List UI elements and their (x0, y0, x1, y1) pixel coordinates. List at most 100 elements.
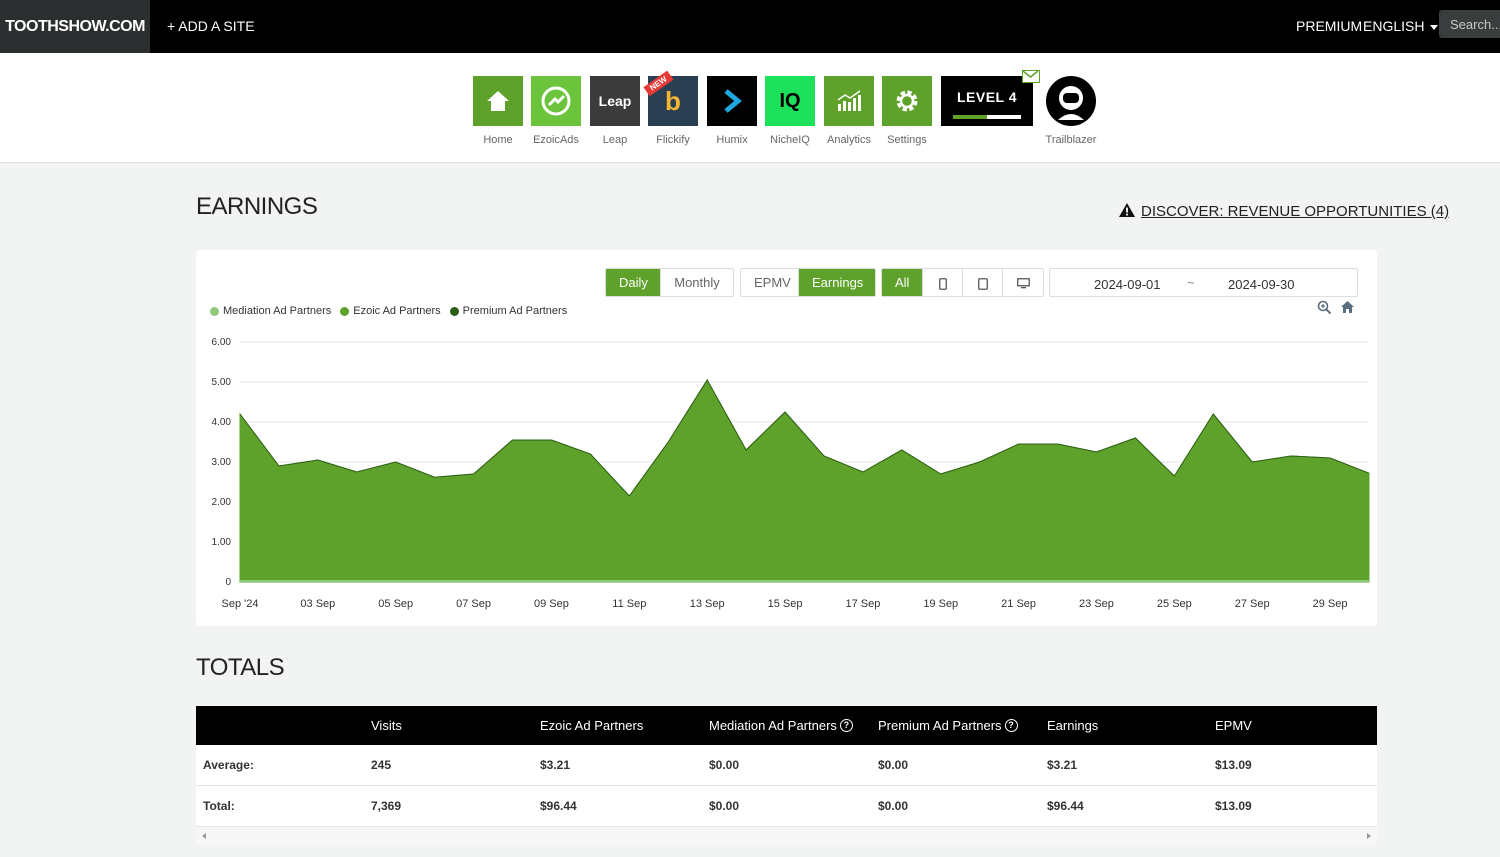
leap-icon: Leap (590, 76, 640, 126)
x-tick-label: 21 Sep (1001, 598, 1036, 610)
scroll-left-icon[interactable] (202, 833, 206, 839)
app-home[interactable]: Home (473, 76, 523, 146)
table-row: Total: 7,369 $96.44 $0.00 $0.00 $96.44 $13.09 (196, 786, 1377, 827)
table-cell: $0.00 (709, 799, 740, 813)
app-analytics[interactable]: Analytics (824, 76, 874, 146)
table-cell: Total: (203, 799, 235, 813)
site-brand[interactable]: TOOTHSHOW.COM (0, 0, 150, 53)
level-progress-fill (953, 115, 987, 119)
analytics-icon (824, 76, 874, 126)
x-tick-label: 07 Sep (456, 598, 491, 610)
table-cell: Average: (203, 758, 254, 772)
legend-item-mediation[interactable]: Mediation Ad Partners (210, 305, 331, 317)
level-progress-bar (953, 115, 1021, 119)
y-tick-label: 0 (225, 577, 231, 588)
discover-opportunities-label: DISCOVER: REVENUE OPPORTUNITIES (4) (1141, 202, 1450, 220)
table-cell: $0.00 (709, 758, 740, 772)
legend-item-premium[interactable]: Premium Ad Partners (449, 305, 568, 317)
add-site-link[interactable]: + ADD A SITE (167, 0, 255, 53)
app-settings[interactable]: Settings (882, 76, 932, 146)
app-leap[interactable]: Leap Leap (590, 76, 640, 146)
earnings-button[interactable]: Earnings (799, 269, 875, 296)
discover-opportunities-link[interactable]: DISCOVER: REVENUE OPPORTUNITIES (4) (1118, 202, 1449, 222)
app-launcher-bar: Home EzoicAds Leap Leap b NEW Flickify H… (0, 53, 1500, 163)
home-icon (473, 76, 523, 126)
column-header-label: Premium Ad Partners (878, 718, 1002, 733)
desktop-icon (1016, 278, 1030, 289)
column-header-label: Earnings (1047, 718, 1099, 733)
monthly-button[interactable]: Monthly (661, 269, 733, 296)
zoom-icon[interactable] (1317, 300, 1332, 320)
x-tick-label: 19 Sep (923, 598, 958, 610)
column-header: Mediation Ad Partners? (709, 706, 853, 745)
reset-zoom-home-icon[interactable] (1340, 300, 1355, 319)
date-range-picker[interactable]: 2024-09-01 ~ 2024-09-30 (1049, 268, 1358, 297)
x-tick-label: 13 Sep (690, 598, 725, 610)
y-tick-label: 3.00 (212, 457, 232, 468)
totals-table-body: Average: 245 $3.21 $0.00 $0.00 $3.21 $13.09 Tot… (196, 745, 1377, 827)
app-ezoicads[interactable]: EzoicAds (531, 76, 581, 146)
language-dropdown[interactable]: ENGLISH (1363, 0, 1439, 53)
totals-heading: TOTALS (196, 654, 285, 681)
horizontal-scrollbar[interactable] (196, 827, 1377, 845)
date-separator: ~ (1187, 275, 1195, 290)
tablet-icon (977, 277, 988, 290)
app-settings-label: Settings (887, 134, 927, 146)
table-row: Average: 245 $3.21 $0.00 $0.00 $3.21 $13.09 (196, 745, 1377, 786)
y-tick-label: 5.00 (212, 377, 232, 388)
y-tick-label: 4.00 (212, 417, 232, 428)
nicheiq-icon: IQ (765, 76, 815, 126)
metric-toggle: EPMV Earnings (740, 268, 876, 297)
table-cell: $96.44 (540, 799, 577, 813)
x-tick-label: 29 Sep (1313, 598, 1348, 610)
x-tick-label: 27 Sep (1235, 598, 1270, 610)
table-cell: $0.00 (878, 799, 909, 813)
column-header: Ezoic Ad Partners (540, 706, 643, 745)
totals-table-header: Visits Ezoic Ad Partners Mediation Ad Part… (196, 706, 1377, 745)
all-devices-button[interactable]: All (882, 269, 923, 296)
level-badge[interactable]: LEVEL 4 (941, 76, 1033, 126)
table-cell: $3.21 (540, 758, 571, 772)
x-tick-label: 25 Sep (1157, 598, 1192, 610)
table-cell: $13.09 (1215, 799, 1252, 813)
table-cell: $96.44 (1047, 799, 1084, 813)
daily-button[interactable]: Daily (606, 269, 661, 296)
x-tick-label: 23 Sep (1079, 598, 1114, 610)
app-trailblazer[interactable]: Trailblazer (1046, 76, 1096, 146)
epmv-button[interactable]: EPMV (741, 269, 799, 296)
column-header: EPMV (1215, 706, 1252, 745)
premium-link[interactable]: PREMIUM (1296, 0, 1362, 53)
top-navbar: TOOTHSHOW.COM + ADD A SITE PREMIUM ENGLI… (0, 0, 1500, 53)
mail-icon[interactable] (1022, 70, 1040, 83)
legend-ezoic-label: Ezoic Ad Partners (353, 305, 441, 317)
app-nicheiq[interactable]: IQ NicheIQ (765, 76, 815, 146)
warning-icon (1118, 202, 1136, 222)
help-icon[interactable]: ? (839, 719, 853, 732)
date-from: 2024-09-01 (1094, 277, 1161, 292)
scroll-right-icon[interactable] (1367, 833, 1371, 839)
x-tick-label: Sep '24 (222, 598, 259, 610)
earnings-heading: EARNINGS (196, 193, 318, 220)
app-flickify[interactable]: b NEW Flickify (643, 70, 698, 146)
help-icon[interactable]: ? (1004, 719, 1018, 732)
mobile-device-button[interactable] (923, 269, 963, 296)
totals-table: Visits Ezoic Ad Partners Mediation Ad Part… (196, 706, 1377, 845)
date-to: 2024-09-30 (1228, 277, 1295, 292)
legend-item-ezoic[interactable]: Ezoic Ad Partners (340, 305, 441, 317)
level-label: LEVEL 4 (956, 89, 1018, 105)
legend-mediation-label: Mediation Ad Partners (223, 305, 332, 317)
app-humix[interactable]: Humix (707, 76, 757, 146)
app-trailblazer-label: Trailblazer (1045, 134, 1097, 146)
legend-premium-label: Premium Ad Partners (462, 305, 568, 317)
device-toggle: All (881, 268, 1044, 297)
column-header-label: Ezoic Ad Partners (540, 718, 644, 733)
search-input[interactable] (1439, 10, 1500, 38)
desktop-device-button[interactable] (1003, 269, 1043, 296)
x-tick-label: 09 Sep (534, 598, 569, 610)
y-tick-label: 1.00 (212, 537, 232, 548)
column-header: Visits (371, 706, 402, 745)
tablet-device-button[interactable] (963, 269, 1003, 296)
x-tick-label: 11 Sep (612, 598, 646, 610)
humix-icon (707, 76, 757, 126)
y-tick-label: 2.00 (212, 497, 232, 508)
